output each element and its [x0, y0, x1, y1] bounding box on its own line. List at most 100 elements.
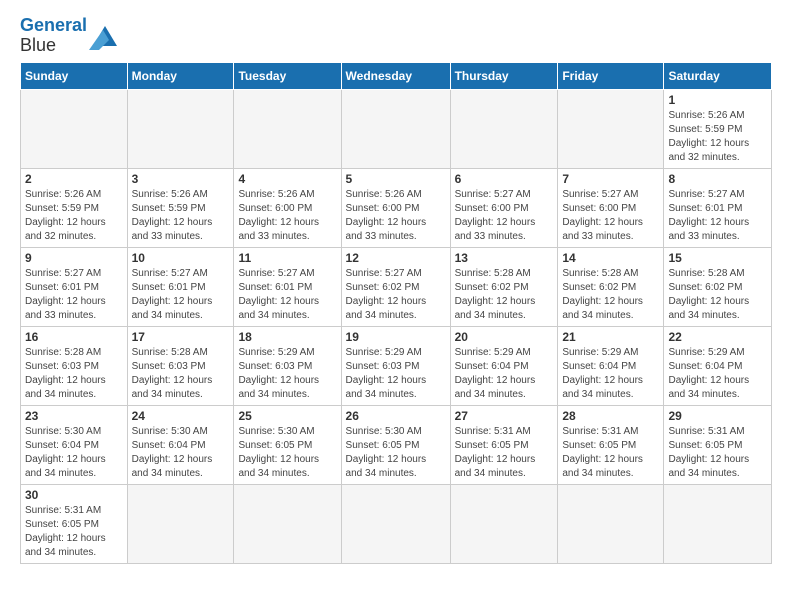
day-number: 19 [346, 330, 446, 344]
day-info: Sunrise: 5:29 AMSunset: 6:04 PMDaylight:… [455, 346, 554, 402]
day-number: 22 [668, 330, 767, 344]
day-info: Sunrise: 5:27 AMSunset: 6:00 PMDaylight:… [455, 188, 554, 244]
weekday-header: Thursday [450, 62, 558, 89]
calendar-cell: 25Sunrise: 5:30 AMSunset: 6:05 PMDayligh… [234, 405, 341, 484]
day-number: 23 [25, 409, 123, 423]
calendar-cell: 4 Sunrise: 5:26 AMSunset: 6:00 PMDaylight… [234, 168, 341, 247]
day-info: Sunrise: 5:30 AMSunset: 6:04 PMDaylight:… [25, 425, 123, 481]
calendar-cell [127, 89, 234, 168]
calendar-cell [341, 89, 450, 168]
day-info: Sunrise: 5:31 AMSunset: 6:05 PMDaylight:… [25, 504, 123, 560]
logo-blue-text: Blue [20, 35, 56, 55]
day-number: 11 [238, 251, 336, 265]
day-number: 6 [455, 172, 554, 186]
day-info: Sunrise: 5:26 AMSunset: 5:59 PMDaylight:… [25, 188, 123, 244]
calendar-cell [558, 484, 664, 563]
day-number: 3 [132, 172, 230, 186]
day-info: Sunrise: 5:27 AMSunset: 6:01 PMDaylight:… [238, 267, 336, 323]
day-number: 29 [668, 409, 767, 423]
day-number: 18 [238, 330, 336, 344]
calendar-cell: 14Sunrise: 5:28 AMSunset: 6:02 PMDayligh… [558, 247, 664, 326]
day-number: 13 [455, 251, 554, 265]
day-number: 9 [25, 251, 123, 265]
day-info: Sunrise: 5:26 AMSunset: 6:00 PMDaylight:… [346, 188, 446, 244]
calendar-cell: 6 Sunrise: 5:27 AMSunset: 6:00 PMDaylight… [450, 168, 558, 247]
calendar-cell: 28Sunrise: 5:31 AMSunset: 6:05 PMDayligh… [558, 405, 664, 484]
calendar-week-row: 30 Sunrise: 5:31 AMSunset: 6:05 PMDayligh… [21, 484, 772, 563]
calendar-cell: 15 Sunrise: 5:28 AMSunset: 6:02 PMDayligh… [664, 247, 772, 326]
day-info: Sunrise: 5:26 AMSunset: 6:00 PMDaylight:… [238, 188, 336, 244]
calendar-cell [450, 484, 558, 563]
day-info: Sunrise: 5:31 AMSunset: 6:05 PMDaylight:… [562, 425, 659, 481]
calendar-cell: 12Sunrise: 5:27 AMSunset: 6:02 PMDayligh… [341, 247, 450, 326]
weekday-header: Saturday [664, 62, 772, 89]
calendar-cell: 3 Sunrise: 5:26 AMSunset: 5:59 PMDaylight… [127, 168, 234, 247]
day-info: Sunrise: 5:28 AMSunset: 6:02 PMDaylight:… [455, 267, 554, 323]
calendar-cell: 16 Sunrise: 5:28 AMSunset: 6:03 PMDayligh… [21, 326, 128, 405]
calendar-cell: 30 Sunrise: 5:31 AMSunset: 6:05 PMDayligh… [21, 484, 128, 563]
calendar-cell: 11 Sunrise: 5:27 AMSunset: 6:01 PMDayligh… [234, 247, 341, 326]
day-info: Sunrise: 5:28 AMSunset: 6:03 PMDaylight:… [132, 346, 230, 402]
calendar-week-row: 9 Sunrise: 5:27 AMSunset: 6:01 PMDaylight… [21, 247, 772, 326]
day-number: 17 [132, 330, 230, 344]
calendar-week-row: 23 Sunrise: 5:30 AMSunset: 6:04 PMDayligh… [21, 405, 772, 484]
calendar-cell: 17 Sunrise: 5:28 AMSunset: 6:03 PMDayligh… [127, 326, 234, 405]
calendar-cell [127, 484, 234, 563]
calendar-cell: 27Sunrise: 5:31 AMSunset: 6:05 PMDayligh… [450, 405, 558, 484]
calendar-cell: 21 Sunrise: 5:29 AMSunset: 6:04 PMDayligh… [558, 326, 664, 405]
calendar-cell [234, 484, 341, 563]
calendar-week-row: 16 Sunrise: 5:28 AMSunset: 6:03 PMDayligh… [21, 326, 772, 405]
day-number: 16 [25, 330, 123, 344]
calendar-cell: 13 Sunrise: 5:28 AMSunset: 6:02 PMDayligh… [450, 247, 558, 326]
day-number: 10 [132, 251, 230, 265]
day-info: Sunrise: 5:28 AMSunset: 6:02 PMDaylight:… [668, 267, 767, 323]
day-number: 20 [455, 330, 554, 344]
calendar-cell: 8Sunrise: 5:27 AMSunset: 6:01 PMDaylight… [664, 168, 772, 247]
day-number: 21 [562, 330, 659, 344]
calendar-cell: 2 Sunrise: 5:26 AMSunset: 5:59 PMDaylight… [21, 168, 128, 247]
day-info: Sunrise: 5:31 AMSunset: 6:05 PMDaylight:… [668, 425, 767, 481]
day-number: 2 [25, 172, 123, 186]
calendar-week-row: 2 Sunrise: 5:26 AMSunset: 5:59 PMDaylight… [21, 168, 772, 247]
day-info: Sunrise: 5:29 AMSunset: 6:03 PMDaylight:… [238, 346, 336, 402]
calendar-cell: 1 Sunrise: 5:26 AMSunset: 5:59 PMDaylight… [664, 89, 772, 168]
logo: General Blue [20, 16, 121, 56]
day-info: Sunrise: 5:26 AMSunset: 5:59 PMDaylight:… [132, 188, 230, 244]
calendar-cell: 24 Sunrise: 5:30 AMSunset: 6:04 PMDayligh… [127, 405, 234, 484]
calendar-cell [234, 89, 341, 168]
calendar-cell: 19Sunrise: 5:29 AMSunset: 6:03 PMDayligh… [341, 326, 450, 405]
calendar-cell: 10Sunrise: 5:27 AMSunset: 6:01 PMDayligh… [127, 247, 234, 326]
calendar-cell [664, 484, 772, 563]
day-number: 14 [562, 251, 659, 265]
day-info: Sunrise: 5:27 AMSunset: 6:00 PMDaylight:… [562, 188, 659, 244]
calendar-header-row: SundayMondayTuesdayWednesdayThursdayFrid… [21, 62, 772, 89]
calendar-cell: 5 Sunrise: 5:26 AMSunset: 6:00 PMDaylight… [341, 168, 450, 247]
logo-general: General [20, 15, 87, 35]
day-number: 1 [668, 93, 767, 107]
day-number: 15 [668, 251, 767, 265]
day-number: 30 [25, 488, 123, 502]
day-info: Sunrise: 5:27 AMSunset: 6:02 PMDaylight:… [346, 267, 446, 323]
logo-icon [89, 22, 121, 50]
calendar-cell: 29 Sunrise: 5:31 AMSunset: 6:05 PMDayligh… [664, 405, 772, 484]
calendar-cell: 7Sunrise: 5:27 AMSunset: 6:00 PMDaylight… [558, 168, 664, 247]
logo-text: General Blue [20, 16, 87, 56]
calendar-cell [21, 89, 128, 168]
weekday-header: Sunday [21, 62, 128, 89]
day-number: 26 [346, 409, 446, 423]
day-info: Sunrise: 5:29 AMSunset: 6:04 PMDaylight:… [562, 346, 659, 402]
calendar-cell: 18 Sunrise: 5:29 AMSunset: 6:03 PMDayligh… [234, 326, 341, 405]
weekday-header: Friday [558, 62, 664, 89]
day-number: 5 [346, 172, 446, 186]
day-number: 24 [132, 409, 230, 423]
day-info: Sunrise: 5:30 AMSunset: 6:05 PMDaylight:… [238, 425, 336, 481]
day-info: Sunrise: 5:29 AMSunset: 6:04 PMDaylight:… [668, 346, 767, 402]
day-number: 4 [238, 172, 336, 186]
calendar-cell: 9Sunrise: 5:27 AMSunset: 6:01 PMDaylight… [21, 247, 128, 326]
weekday-header: Monday [127, 62, 234, 89]
day-info: Sunrise: 5:30 AMSunset: 6:04 PMDaylight:… [132, 425, 230, 481]
calendar-week-row: 1 Sunrise: 5:26 AMSunset: 5:59 PMDaylight… [21, 89, 772, 168]
day-info: Sunrise: 5:28 AMSunset: 6:03 PMDaylight:… [25, 346, 123, 402]
day-info: Sunrise: 5:26 AMSunset: 5:59 PMDaylight:… [668, 109, 767, 165]
day-info: Sunrise: 5:27 AMSunset: 6:01 PMDaylight:… [668, 188, 767, 244]
